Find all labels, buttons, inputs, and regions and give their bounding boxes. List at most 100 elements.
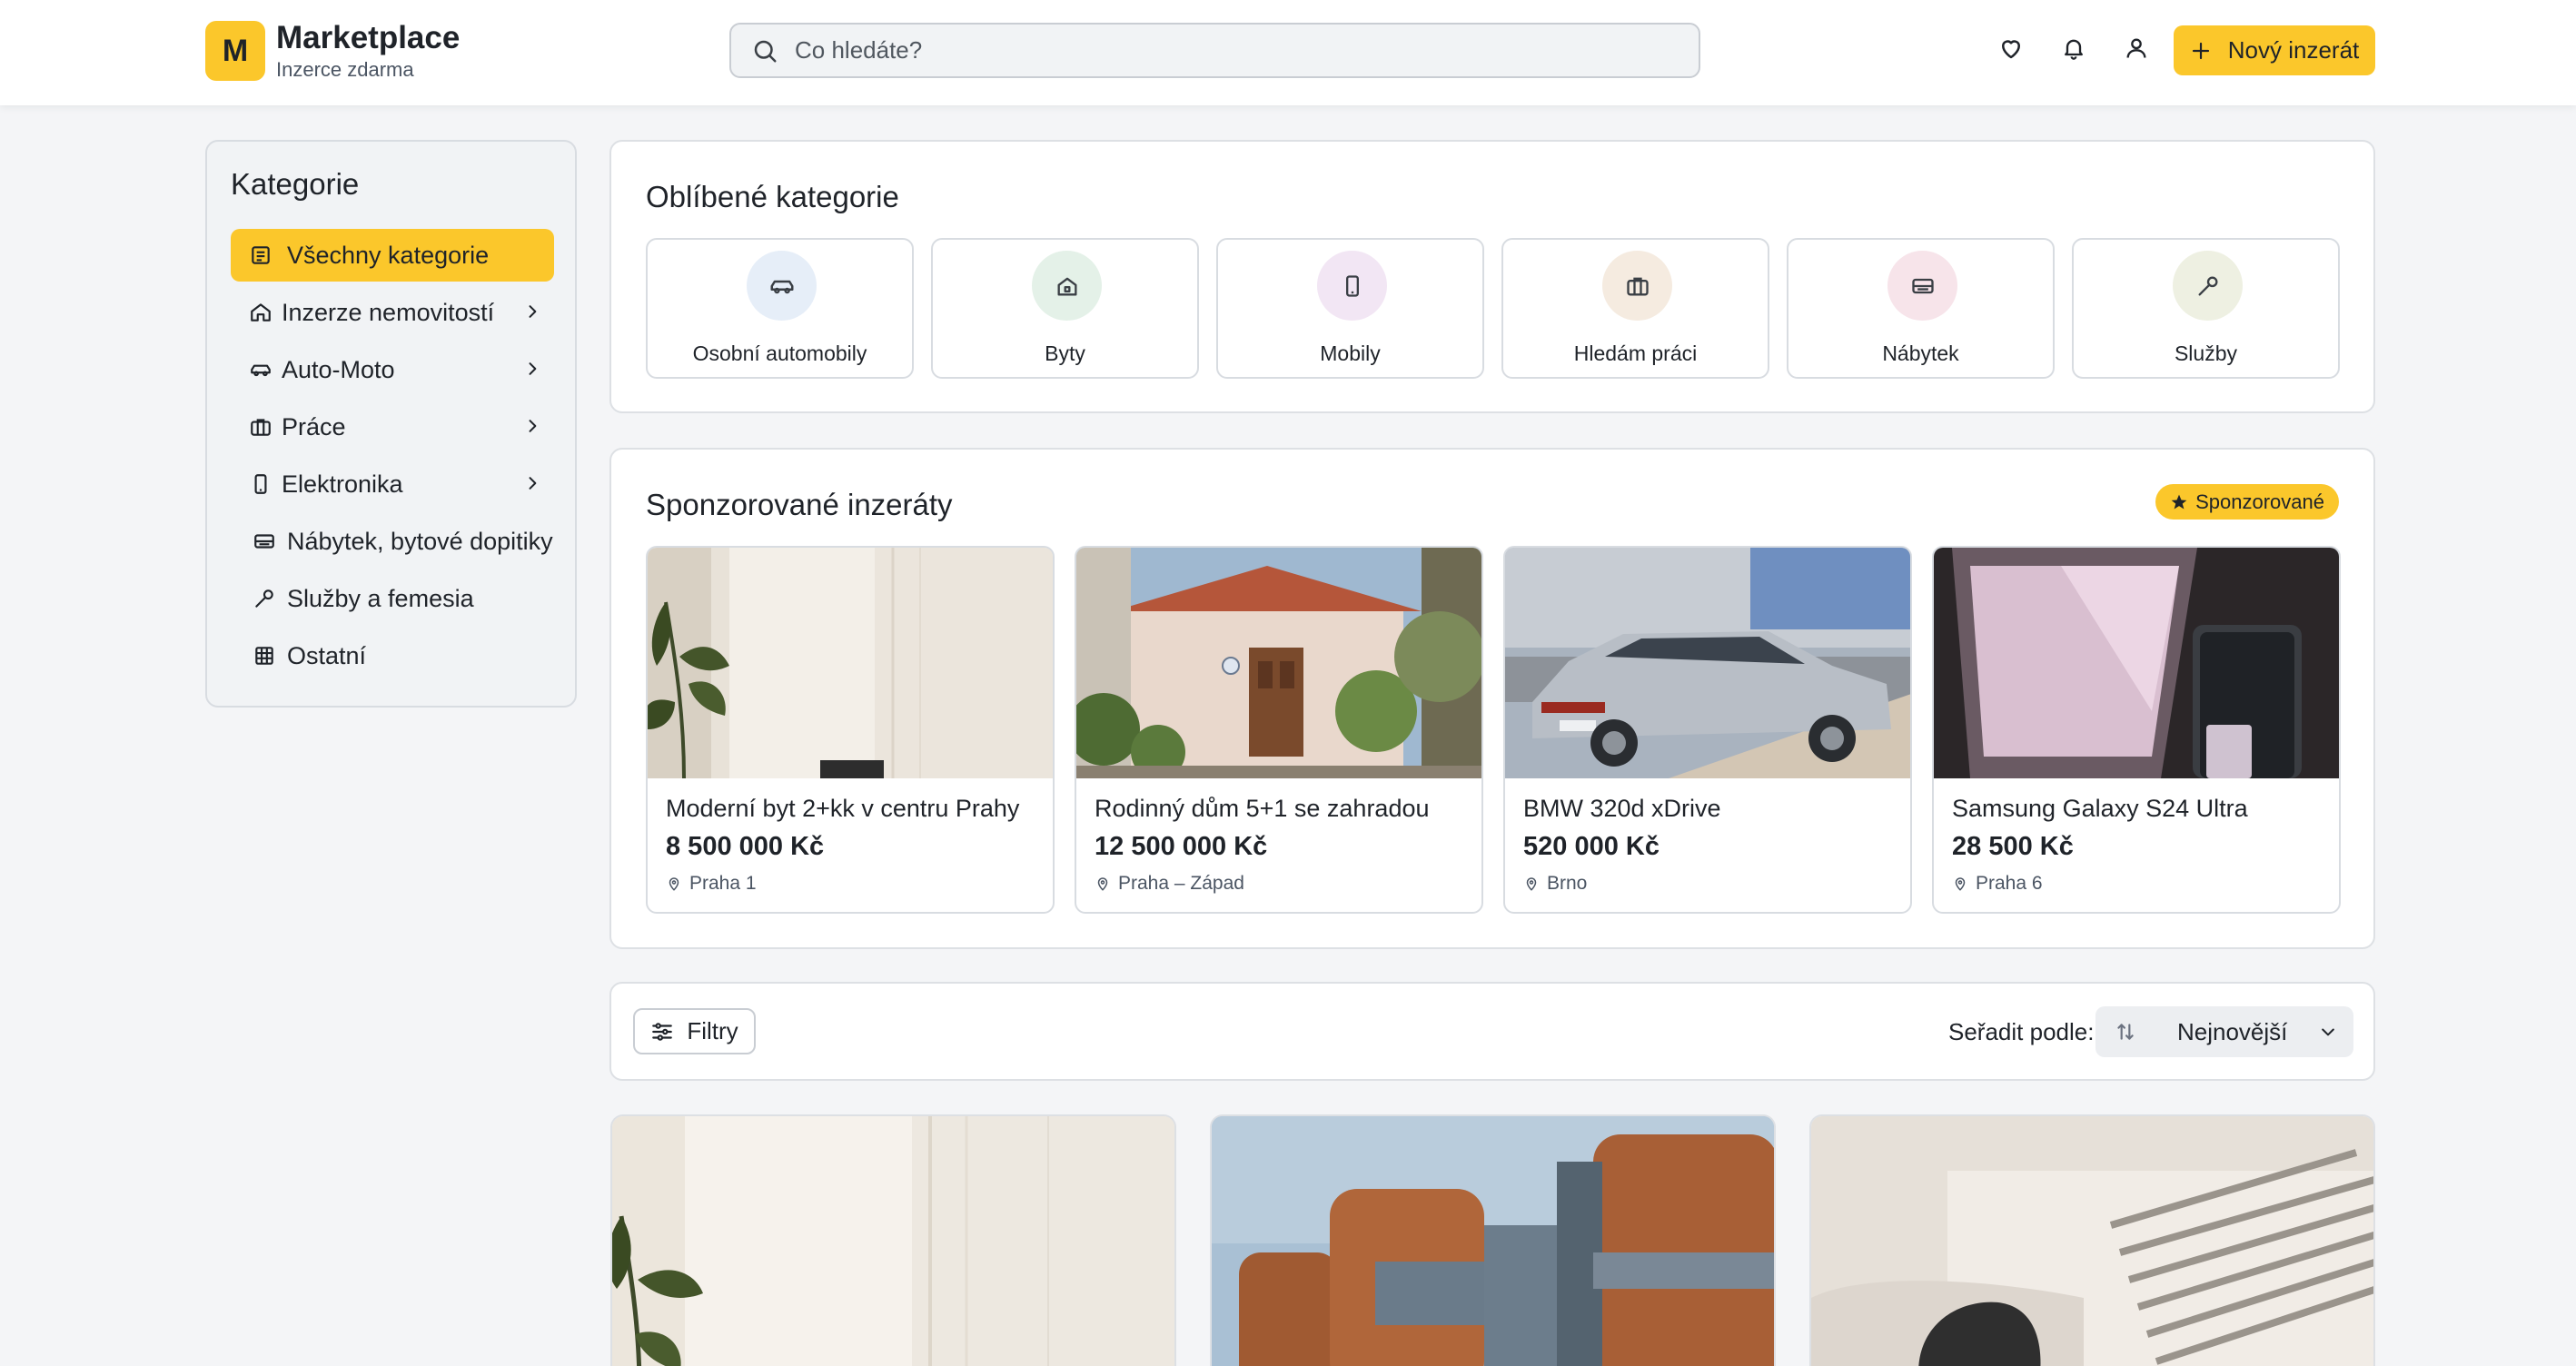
- category-label: Hledám práci: [1573, 342, 1698, 365]
- sort-select[interactable]: Nejnovější: [2095, 1006, 2353, 1057]
- car-icon: [247, 356, 274, 383]
- sidebar-item-electronics[interactable]: Elektronika: [231, 458, 554, 510]
- category-label: Nábytek: [1882, 342, 1959, 365]
- search-bar[interactable]: [729, 23, 1700, 78]
- category-card-jobs[interactable]: Hledám práci: [1501, 238, 1769, 379]
- sponsored-badge: Sponzorované: [2155, 484, 2339, 520]
- sort-value: Nejnovější: [2177, 1017, 2288, 1045]
- chevron-right-icon: [523, 302, 541, 321]
- phone-icon: [1317, 251, 1387, 321]
- location-text: Praha 6: [1976, 873, 2043, 894]
- location-pin-icon: [1952, 875, 1968, 893]
- house-photo: [1076, 548, 1481, 778]
- listing-title[interactable]: BMW 320d xDrive: [1523, 795, 1721, 823]
- filter-sort-toolbar: Filtry Seřadit podle: Nejnovější: [609, 982, 2375, 1081]
- listing-card[interactable]: [1210, 1114, 1776, 1366]
- listing-title[interactable]: Moderní byt 2+kk v centru Prahy: [666, 795, 1019, 823]
- listing-card[interactable]: [1809, 1114, 2375, 1366]
- sidebar-item-auto-moto[interactable]: Auto-Moto: [231, 343, 554, 396]
- category-card-phones[interactable]: Mobily: [1216, 238, 1484, 379]
- sidebar-item-label: Všechny kategorie: [287, 241, 490, 269]
- sidebar-item-label: Auto-Moto: [282, 355, 395, 383]
- plus-icon: [2190, 40, 2212, 62]
- wrench-icon: [251, 585, 278, 612]
- listing-price: 12 500 000 Kč: [1095, 832, 1268, 861]
- car-icon: [747, 251, 817, 321]
- sidebar-item-label: Nábytek, bytové dopitiky: [287, 527, 553, 555]
- sponsored-listings-panel: Sponzorované inzeráty Sponzorované Moder…: [609, 448, 2375, 949]
- location-text: Brno: [1547, 873, 1588, 894]
- location-text: Praha 1: [689, 873, 757, 894]
- wrench-icon: [2173, 251, 2243, 321]
- sidebar-item-label: Inzerze nemovitostí: [282, 298, 495, 326]
- listing-card[interactable]: [610, 1114, 1176, 1366]
- sidebar-item-other[interactable]: Ostatní: [231, 629, 554, 682]
- category-card-furniture[interactable]: Nábytek: [1787, 238, 2055, 379]
- listing-price: 28 500 Kč: [1952, 832, 2074, 861]
- search-input[interactable]: [795, 36, 1612, 64]
- sidebar-title: Kategorie: [231, 167, 360, 201]
- sponsored-card-house[interactable]: Rodinný dům 5+1 se zahradou 12 500 000 K…: [1075, 546, 1483, 914]
- location-pin-icon: [1523, 875, 1540, 893]
- sponsored-badge-label: Sponzorované: [2195, 490, 2324, 513]
- grid-icon: [251, 642, 278, 669]
- sidebar-item-real-estate[interactable]: Inzerze nemovitostí: [231, 286, 554, 339]
- listing-price: 520 000 Kč: [1523, 832, 1660, 861]
- sponsored-card-car[interactable]: BMW 320d xDrive 520 000 Kč Brno: [1503, 546, 1912, 914]
- location-pin-icon: [666, 875, 682, 893]
- new-listing-button[interactable]: Nový inzerát: [2174, 25, 2375, 75]
- new-listing-label: Nový inzerát: [2227, 36, 2360, 64]
- bell-icon[interactable]: [2058, 33, 2089, 64]
- logo[interactable]: M: [205, 21, 265, 81]
- favorite-categories-panel: Oblíbené kategorie Osobní automobily Byt…: [609, 140, 2375, 413]
- category-card-cars[interactable]: Osobní automobily: [646, 238, 914, 379]
- listing-location: Praha – Západ: [1095, 873, 1244, 895]
- top-header: M Marketplace Inzerce zdarma Nový inzerá…: [0, 0, 2576, 105]
- heart-icon[interactable]: [1996, 33, 2026, 64]
- listing-location: Praha 6: [1952, 873, 2043, 895]
- listing-title[interactable]: Samsung Galaxy S24 Ultra: [1952, 795, 2248, 823]
- sponsored-card-apartment[interactable]: Moderní byt 2+kk v centru Prahy 8 500 00…: [646, 546, 1055, 914]
- chevron-down-icon: [2319, 1023, 2337, 1041]
- sponsored-title: Sponzorované inzeráty: [646, 488, 953, 521]
- sidebar-item-label: Ostatní: [287, 641, 367, 669]
- sort-label: Seřadit podle:: [1948, 1018, 2095, 1045]
- category-card-services[interactable]: Služby: [2072, 238, 2340, 379]
- sofa-icon: [1887, 251, 1957, 321]
- location-pin-icon: [1095, 875, 1111, 893]
- filters-label: Filtry: [687, 1017, 738, 1044]
- sliders-icon: [650, 1020, 674, 1044]
- chevron-right-icon: [523, 360, 541, 378]
- phone-icon: [247, 470, 274, 498]
- listing-price: 8 500 000 Kč: [666, 832, 825, 861]
- category-sidebar: Kategorie Všechny kategorie Inzerze nemo…: [205, 140, 577, 708]
- search-icon: [751, 37, 778, 64]
- sofa-icon: [251, 528, 278, 555]
- category-label: Osobní automobily: [692, 342, 867, 365]
- sidebar-item-label: Služby a femesia: [287, 584, 474, 612]
- briefcase-icon: [1602, 251, 1672, 321]
- sidebar-item-all-categories[interactable]: Všechny kategorie: [231, 229, 554, 282]
- apartment-photo: [648, 548, 1053, 778]
- category-label: Byty: [1045, 342, 1085, 365]
- sidebar-item-furniture[interactable]: Nábytek, bytové dopitiky: [231, 515, 554, 568]
- chevron-right-icon: [523, 417, 541, 435]
- sidebar-item-jobs[interactable]: Práce: [231, 401, 554, 453]
- listing-photo: [1811, 1116, 2373, 1366]
- sponsored-card-phone[interactable]: Samsung Galaxy S24 Ultra 28 500 Kč Praha…: [1932, 546, 2341, 914]
- user-icon[interactable]: [2121, 33, 2152, 64]
- category-label: Služby: [2174, 342, 2238, 365]
- sidebar-item-services[interactable]: Služby a femesia: [231, 572, 554, 625]
- category-card-flats[interactable]: Byty: [931, 238, 1199, 379]
- listing-title[interactable]: Rodinný dům 5+1 se zahradou: [1095, 795, 1430, 823]
- home-icon: [1032, 251, 1102, 321]
- filters-button[interactable]: Filtry: [633, 1008, 756, 1054]
- sidebar-item-label: Elektronika: [282, 470, 403, 498]
- briefcase-icon: [247, 413, 274, 440]
- car-photo: [1505, 548, 1910, 778]
- brand-name[interactable]: Marketplace: [276, 20, 460, 56]
- sidebar-item-label: Práce: [282, 412, 346, 440]
- category-label: Mobily: [1320, 342, 1381, 365]
- list-icon: [247, 242, 274, 269]
- location-text: Praha – Západ: [1118, 873, 1244, 894]
